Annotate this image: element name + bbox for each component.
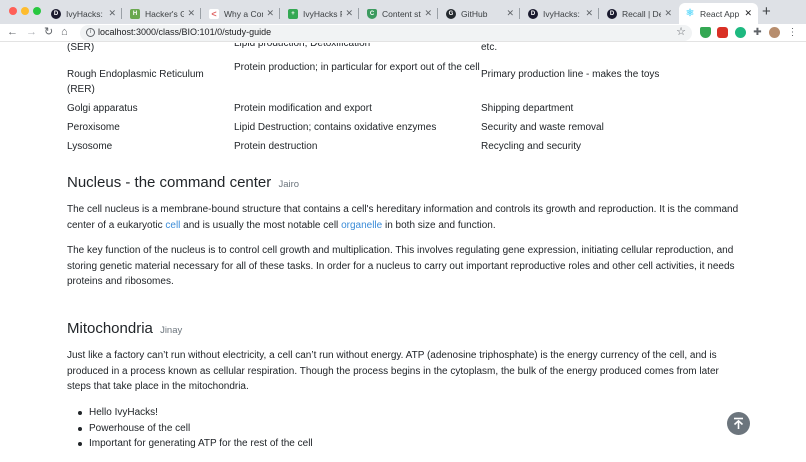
forward-arrow-icon[interactable]: → bbox=[26, 25, 37, 40]
close-tab-icon[interactable]: ✕ bbox=[187, 8, 195, 19]
tab-title: React App bbox=[700, 8, 740, 19]
browser-tab[interactable]: G GitHub ✕ bbox=[440, 3, 520, 24]
browser-tab-strip: D IvyHacks: Fir ✕ H Hacker's Guid ✕ < Wh… bbox=[0, 0, 806, 24]
section-title: Mitochondria bbox=[67, 320, 153, 337]
grammarly-extension-icon[interactable] bbox=[735, 27, 746, 38]
tab-title: Content style bbox=[382, 8, 421, 19]
mitochondria-bullet-list: Hello IvyHacks! Powerhouse of the cell I… bbox=[78, 405, 313, 452]
table-cell: Golgi apparatus bbox=[67, 103, 138, 114]
more-menu-icon[interactable]: ⋮ bbox=[787, 27, 798, 38]
table-cell: Lipid production; Detoxification bbox=[234, 43, 371, 49]
tab-title: IvyHacks: Fir bbox=[543, 8, 582, 19]
browser-tab[interactable]: < Why a Compu ✕ bbox=[203, 3, 280, 24]
reload-icon[interactable]: ↻ bbox=[44, 25, 53, 40]
github-icon: G bbox=[446, 8, 456, 19]
table-cell: Peroxisome bbox=[67, 122, 120, 133]
browser-tab[interactable]: D Recall | Deve ✕ bbox=[601, 3, 678, 24]
tab-title: Recall | Deve bbox=[622, 8, 662, 19]
tab-title: Why a Compu bbox=[224, 8, 263, 19]
nucleus-paragraph-1: The cell nucleus is a membrane-bound str… bbox=[67, 202, 739, 233]
table-cell: Lipid Destruction; contains oxidative en… bbox=[234, 122, 437, 133]
list-item: Hello IvyHacks! bbox=[78, 405, 313, 421]
close-window-button[interactable] bbox=[9, 7, 17, 15]
table-row: Lysosome Protein destruction Recycling a… bbox=[67, 137, 731, 156]
paragraph-text: in both size and function. bbox=[382, 219, 496, 231]
home-icon[interactable]: ⌂ bbox=[61, 25, 68, 40]
site-info-icon[interactable]: i bbox=[86, 28, 95, 37]
profile-avatar[interactable] bbox=[769, 27, 780, 38]
tab-title: Hacker's Guid bbox=[145, 8, 185, 19]
scroll-to-top-button[interactable] bbox=[727, 412, 750, 435]
close-tab-icon[interactable]: ✕ bbox=[664, 8, 672, 19]
tab-favicon-icon: H bbox=[130, 8, 140, 19]
table-row: Peroxisome Lipid Destruction; contains o… bbox=[67, 118, 731, 137]
bookmark-star-icon[interactable]: ☆ bbox=[676, 25, 686, 38]
table-row: (SER) Lipid production; Detoxification e… bbox=[67, 43, 731, 57]
table-cell: Recycling and security bbox=[481, 141, 582, 152]
table-row: Golgi apparatus Protein modification and… bbox=[67, 99, 731, 118]
table-cell: Lysosome bbox=[67, 141, 113, 152]
nucleus-paragraph-2: The key function of the nucleus is to co… bbox=[67, 245, 735, 287]
close-tab-icon[interactable]: ✕ bbox=[506, 8, 514, 19]
address-bar[interactable]: i localhost:3000/class/BIO:101/0/study-g… bbox=[80, 25, 692, 41]
browser-tab[interactable]: D IvyHacks: Fir ✕ bbox=[45, 3, 122, 24]
section-author: Jinay bbox=[160, 325, 183, 336]
tab-title: IvyHacks: Fir bbox=[66, 8, 105, 19]
close-tab-icon[interactable]: ✕ bbox=[585, 8, 593, 19]
minimize-window-button[interactable] bbox=[21, 7, 29, 15]
shield-extension-icon[interactable] bbox=[700, 27, 711, 38]
table-cell: Primary production line - makes the toys bbox=[481, 69, 660, 80]
list-item: Important for generating ATP for the res… bbox=[78, 436, 313, 452]
table-cell: Shipping department bbox=[481, 103, 574, 114]
tab-title: GitHub bbox=[461, 8, 488, 19]
list-item: Powerhouse of the cell bbox=[78, 421, 313, 437]
close-tab-icon[interactable]: ✕ bbox=[345, 8, 353, 19]
browser-tab-active[interactable]: ⚛ React App ✕ bbox=[679, 3, 758, 24]
paragraph-text: and is usually the most notable cell bbox=[180, 219, 342, 231]
organelle-table: (SER) Lipid production; Detoxification e… bbox=[67, 43, 731, 156]
browser-tab[interactable]: + IvyHacks Reci ✕ bbox=[282, 3, 359, 24]
browser-tab[interactable]: C Content style ✕ bbox=[361, 3, 438, 24]
table-cell: Rough Endoplasmic Reticulum (RER) bbox=[67, 69, 204, 95]
close-tab-icon[interactable]: ✕ bbox=[266, 8, 274, 19]
section-title: Nucleus - the command center bbox=[67, 174, 272, 191]
browser-tab[interactable]: D IvyHacks: Fir ✕ bbox=[522, 3, 599, 24]
table-cell: Security and waste removal bbox=[481, 122, 604, 133]
cell-link[interactable]: cell bbox=[165, 220, 180, 231]
browser-toolbar: ← → ↻ ⌂ i localhost:3000/class/BIO:101/0… bbox=[0, 24, 806, 42]
page-viewport: (SER) Lipid production; Detoxification e… bbox=[0, 43, 806, 462]
close-tab-icon[interactable]: ✕ bbox=[744, 8, 752, 19]
tab-favicon-icon: C bbox=[367, 8, 377, 19]
table-cell: Protein modification and export bbox=[234, 103, 372, 114]
react-icon: ⚛ bbox=[685, 8, 695, 19]
maximize-window-button[interactable] bbox=[33, 7, 41, 15]
table-cell: etc. bbox=[481, 43, 498, 53]
tab-favicon-icon: + bbox=[288, 8, 298, 19]
table-cell: Protein production; in particular for ex… bbox=[234, 62, 480, 73]
browser-tab[interactable]: H Hacker's Guid ✕ bbox=[124, 3, 201, 24]
table-cell: Protein destruction bbox=[234, 141, 318, 152]
puzzle-extensions-icon[interactable]: ✚ bbox=[752, 27, 763, 38]
section-author: Jairo bbox=[278, 179, 300, 190]
tab-favicon-icon: < bbox=[209, 8, 219, 19]
table-cell: (SER) bbox=[67, 43, 95, 53]
arrow-up-icon bbox=[733, 417, 744, 429]
tab-favicon-icon: D bbox=[607, 8, 617, 19]
tab-favicon-icon: D bbox=[528, 8, 538, 19]
mitochondria-paragraph: Just like a factory can’t run without el… bbox=[67, 350, 719, 392]
mitochondria-heading: Mitochondria Jinay bbox=[67, 320, 182, 337]
mail-extension-icon[interactable] bbox=[717, 27, 728, 38]
close-tab-icon[interactable]: ✕ bbox=[424, 8, 432, 19]
tab-favicon-icon: D bbox=[51, 8, 61, 19]
nucleus-heading: Nucleus - the command center Jairo bbox=[67, 174, 299, 191]
new-tab-button[interactable]: + bbox=[762, 4, 771, 20]
tab-title: IvyHacks Reci bbox=[303, 8, 342, 19]
table-row: Rough Endoplasmic Reticulum (RER) Protei… bbox=[67, 57, 731, 99]
url-text[interactable]: localhost:3000/class/BIO:101/0/study-gui… bbox=[98, 27, 271, 37]
organelle-link[interactable]: organelle bbox=[341, 220, 382, 231]
close-tab-icon[interactable]: ✕ bbox=[108, 8, 116, 19]
back-arrow-icon[interactable]: ← bbox=[7, 25, 18, 40]
